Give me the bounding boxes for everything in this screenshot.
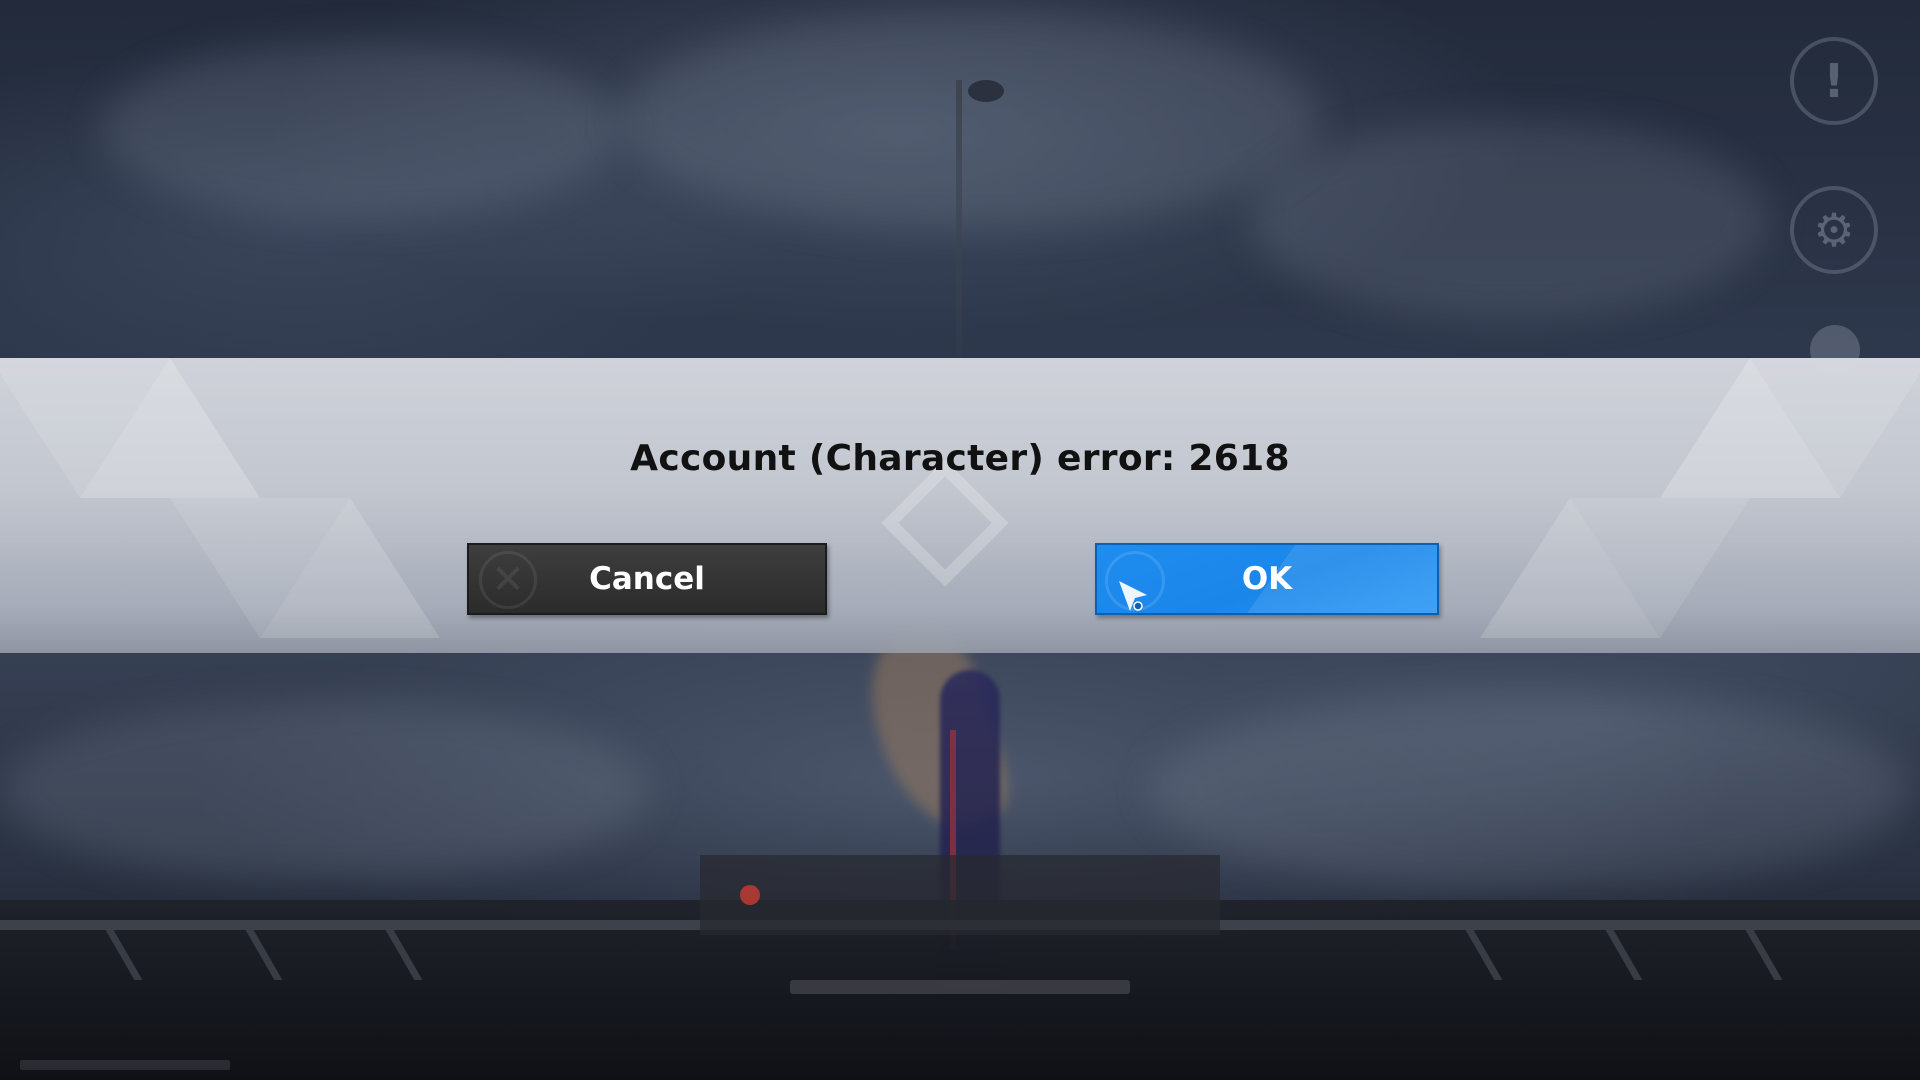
background-cloud — [1150, 690, 1910, 890]
settings-icon[interactable]: ⚙ — [1790, 186, 1878, 274]
version-text-blurred — [20, 1060, 230, 1070]
cancel-button-label: Cancel — [589, 561, 705, 597]
background-cloud — [0, 700, 650, 880]
login-panel-background — [700, 855, 1220, 935]
gear-icon: ⚙ — [1813, 203, 1855, 257]
error-message: Account (Character) error: 2618 — [630, 438, 1290, 479]
background-cloud — [100, 40, 620, 220]
error-dialog: Account (Character) error: 2618 ✕ Cancel… — [0, 358, 1920, 653]
background-cloud — [620, 10, 1320, 230]
background-tower-top — [968, 80, 1004, 102]
notice-icon[interactable]: ! — [1790, 37, 1878, 125]
background-cloud — [1250, 120, 1770, 320]
decor-triangle — [170, 498, 350, 638]
login-status-dot — [740, 885, 760, 905]
cancel-button[interactable]: ✕ Cancel — [467, 543, 827, 615]
background-tower — [956, 80, 962, 360]
login-hint-bar — [790, 980, 1130, 994]
ok-button-label: OK — [1241, 561, 1293, 597]
ok-button[interactable]: OK — [1095, 543, 1439, 615]
exclamation-icon: ! — [1823, 54, 1845, 108]
decor-triangle — [1570, 498, 1750, 638]
